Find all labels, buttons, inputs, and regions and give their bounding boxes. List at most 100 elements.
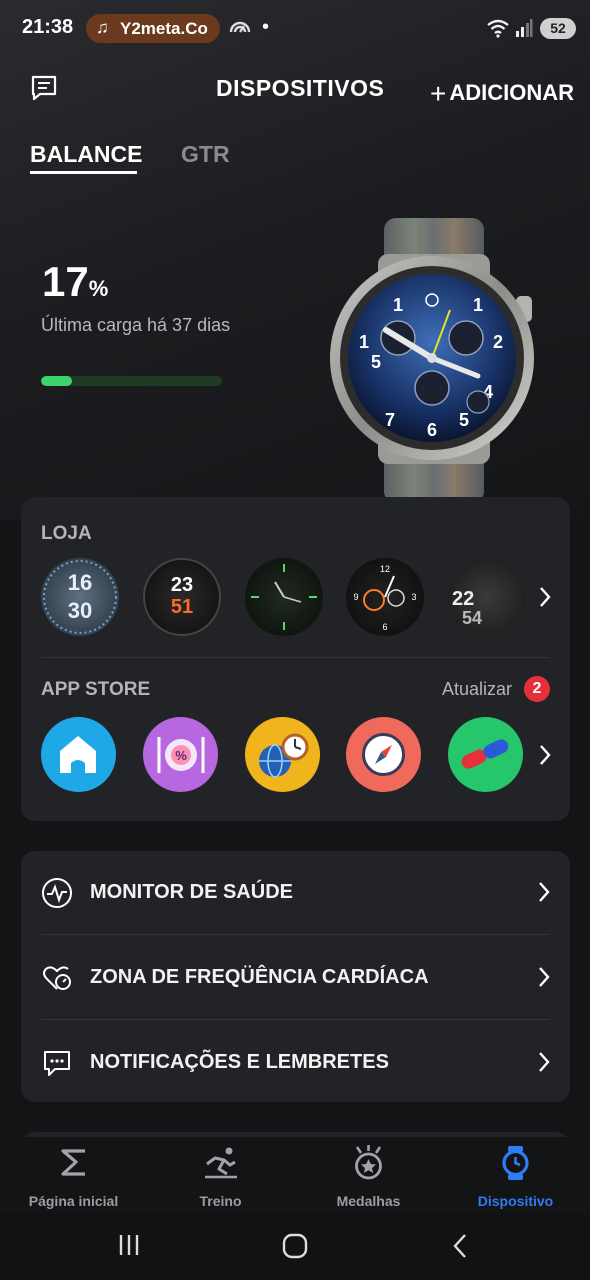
signal-icon	[516, 19, 533, 37]
active-tab-indicator	[30, 171, 137, 174]
menu-divider	[41, 1019, 550, 1020]
menu-label-heart-rate-zone: ZONA DE FREQÜÊNCIA CARDÍACA	[90, 966, 429, 988]
last-charge-text: Última carga há 37 dias	[41, 315, 231, 335]
status-time: 21:38	[22, 16, 74, 38]
notification-dot-icon: •	[262, 16, 270, 38]
chevron-right-icon	[539, 967, 550, 987]
back-icon[interactable]	[452, 1233, 468, 1259]
nav-home[interactable]: Página inicial	[0, 1137, 147, 1213]
nav-workout[interactable]: Treino	[147, 1137, 294, 1213]
sigma-icon	[61, 1149, 85, 1176]
message-icon	[44, 1051, 70, 1076]
app-compass[interactable]	[346, 717, 421, 792]
tab-balance[interactable]: BALANCE	[30, 141, 142, 168]
battery-percentage: 17%	[42, 258, 108, 306]
svg-text:9: 9	[353, 592, 358, 602]
hotspot-icon	[229, 21, 251, 33]
app-store-more-chevron-icon[interactable]	[538, 744, 552, 766]
app-pill[interactable]	[448, 717, 523, 792]
watch-face-2-bottom: 51	[170, 596, 194, 618]
nav-workout-label: Treino	[199, 1193, 242, 1209]
svg-text:%: %	[175, 748, 187, 763]
add-device-label: ADICIONAR	[449, 80, 575, 105]
system-navigation-bar	[0, 1213, 590, 1280]
music-note-icon: ♫	[96, 18, 109, 37]
media-pill[interactable]: ♫ Y2meta.Co	[86, 14, 220, 43]
medal-icon	[355, 1145, 382, 1180]
pulse-icon	[42, 878, 72, 908]
svg-text:7: 7	[385, 410, 395, 430]
watch-face-5[interactable]: 22 54	[448, 558, 526, 636]
svg-text:1: 1	[473, 295, 483, 315]
nav-medals[interactable]: Medalhas	[295, 1137, 442, 1213]
food-icon: %	[157, 737, 205, 773]
tab-gtr[interactable]: GTR	[181, 141, 230, 168]
svg-text:1: 1	[359, 332, 369, 352]
watch-face-4-dial: 12 3 6 9	[353, 564, 416, 632]
app-world-clock[interactable]	[245, 717, 320, 792]
recent-apps-icon[interactable]	[117, 1233, 141, 1257]
battery-value: 17	[42, 258, 89, 305]
home-button-icon[interactable]	[282, 1233, 308, 1259]
wifi-icon	[487, 19, 509, 38]
nav-device-label: Dispositivo	[477, 1193, 554, 1209]
bottom-nav: Página inicial Treino Medalhas Dispositi…	[0, 1137, 590, 1213]
watch-face-3-dial	[251, 564, 317, 630]
watch-face-2-top: 23	[170, 574, 194, 596]
home-icon	[60, 736, 96, 773]
chevron-right-icon	[539, 1052, 550, 1072]
settings-card: MONITOR DE SAÚDE ZONA DE FREQÜÊNCIA CARD…	[21, 851, 570, 1102]
svg-text:5: 5	[459, 410, 469, 430]
watch-face-1[interactable]: 16 30	[41, 558, 119, 636]
watch-face-1-top: 16	[67, 570, 93, 595]
plus-icon: +	[430, 78, 447, 109]
compass-icon	[362, 733, 405, 776]
battery-progress-fill	[41, 376, 72, 386]
world-clock-icon	[259, 733, 309, 778]
menu-label-health-monitor: MONITOR DE SAÚDE	[90, 881, 293, 903]
svg-text:3: 3	[411, 592, 416, 602]
nav-medals-label: Medalhas	[336, 1193, 401, 1209]
feedback-icon[interactable]	[30, 74, 58, 102]
svg-text:12: 12	[380, 564, 390, 574]
status-bar: 21:38 ♫ Y2meta.Co • 52	[0, 0, 590, 58]
battery-indicator: 52	[540, 18, 576, 39]
store-divider	[41, 657, 550, 658]
update-label[interactable]: Atualizar	[442, 679, 512, 700]
app-store-title: APP STORE	[41, 679, 151, 700]
app-food[interactable]: %	[143, 717, 218, 792]
add-device-button[interactable]: + ADICIONAR	[430, 75, 575, 109]
battery-progress-bar	[41, 376, 222, 386]
page-title: DISPOSITIVOS	[216, 75, 385, 101]
watch-face-4[interactable]: 12 3 6 9	[346, 558, 424, 636]
chevron-right-icon	[539, 882, 550, 902]
svg-text:1: 1	[393, 295, 403, 315]
svg-text:6: 6	[427, 420, 437, 440]
battery-unit: %	[88, 276, 109, 301]
watch-face-5-bottom: 54	[462, 608, 483, 628]
svg-text:5: 5	[371, 352, 381, 372]
menu-divider	[41, 934, 550, 935]
store-title: LOJA	[41, 523, 92, 544]
media-pill-label: Y2meta.Co	[120, 19, 208, 38]
app-home[interactable]	[41, 717, 116, 792]
nav-home-label: Página inicial	[28, 1193, 119, 1209]
store-more-chevron-icon[interactable]	[538, 586, 552, 608]
pill-icon	[461, 739, 509, 769]
watch-face-1-bottom: 30	[67, 598, 93, 623]
watch-image[interactable]: 11 12 54 75 6	[328, 218, 540, 500]
menu-row-notifications[interactable]: NOTIFICAÇÕES E LEMBRETES	[21, 1021, 570, 1106]
svg-text:6: 6	[382, 622, 387, 632]
running-icon	[205, 1147, 237, 1179]
watch-icon	[502, 1146, 529, 1180]
heart-rate-icon	[43, 966, 71, 990]
menu-label-notifications: NOTIFICAÇÕES E LEMBRETES	[90, 1051, 389, 1073]
update-count-badge: 2	[524, 676, 550, 702]
watch-face-3[interactable]	[245, 558, 323, 636]
nav-device[interactable]: Dispositivo	[442, 1137, 589, 1213]
store-card: LOJA 16 30 23 51 12 3 6 9 22 54 APP STOR…	[21, 497, 570, 821]
watch-face-2[interactable]: 23 51	[143, 558, 221, 636]
menu-row-heart-rate-zone[interactable]: ZONA DE FREQÜÊNCIA CARDÍACA	[21, 936, 570, 1021]
menu-row-health-monitor[interactable]: MONITOR DE SAÚDE	[21, 851, 570, 936]
svg-text:2: 2	[493, 332, 503, 352]
